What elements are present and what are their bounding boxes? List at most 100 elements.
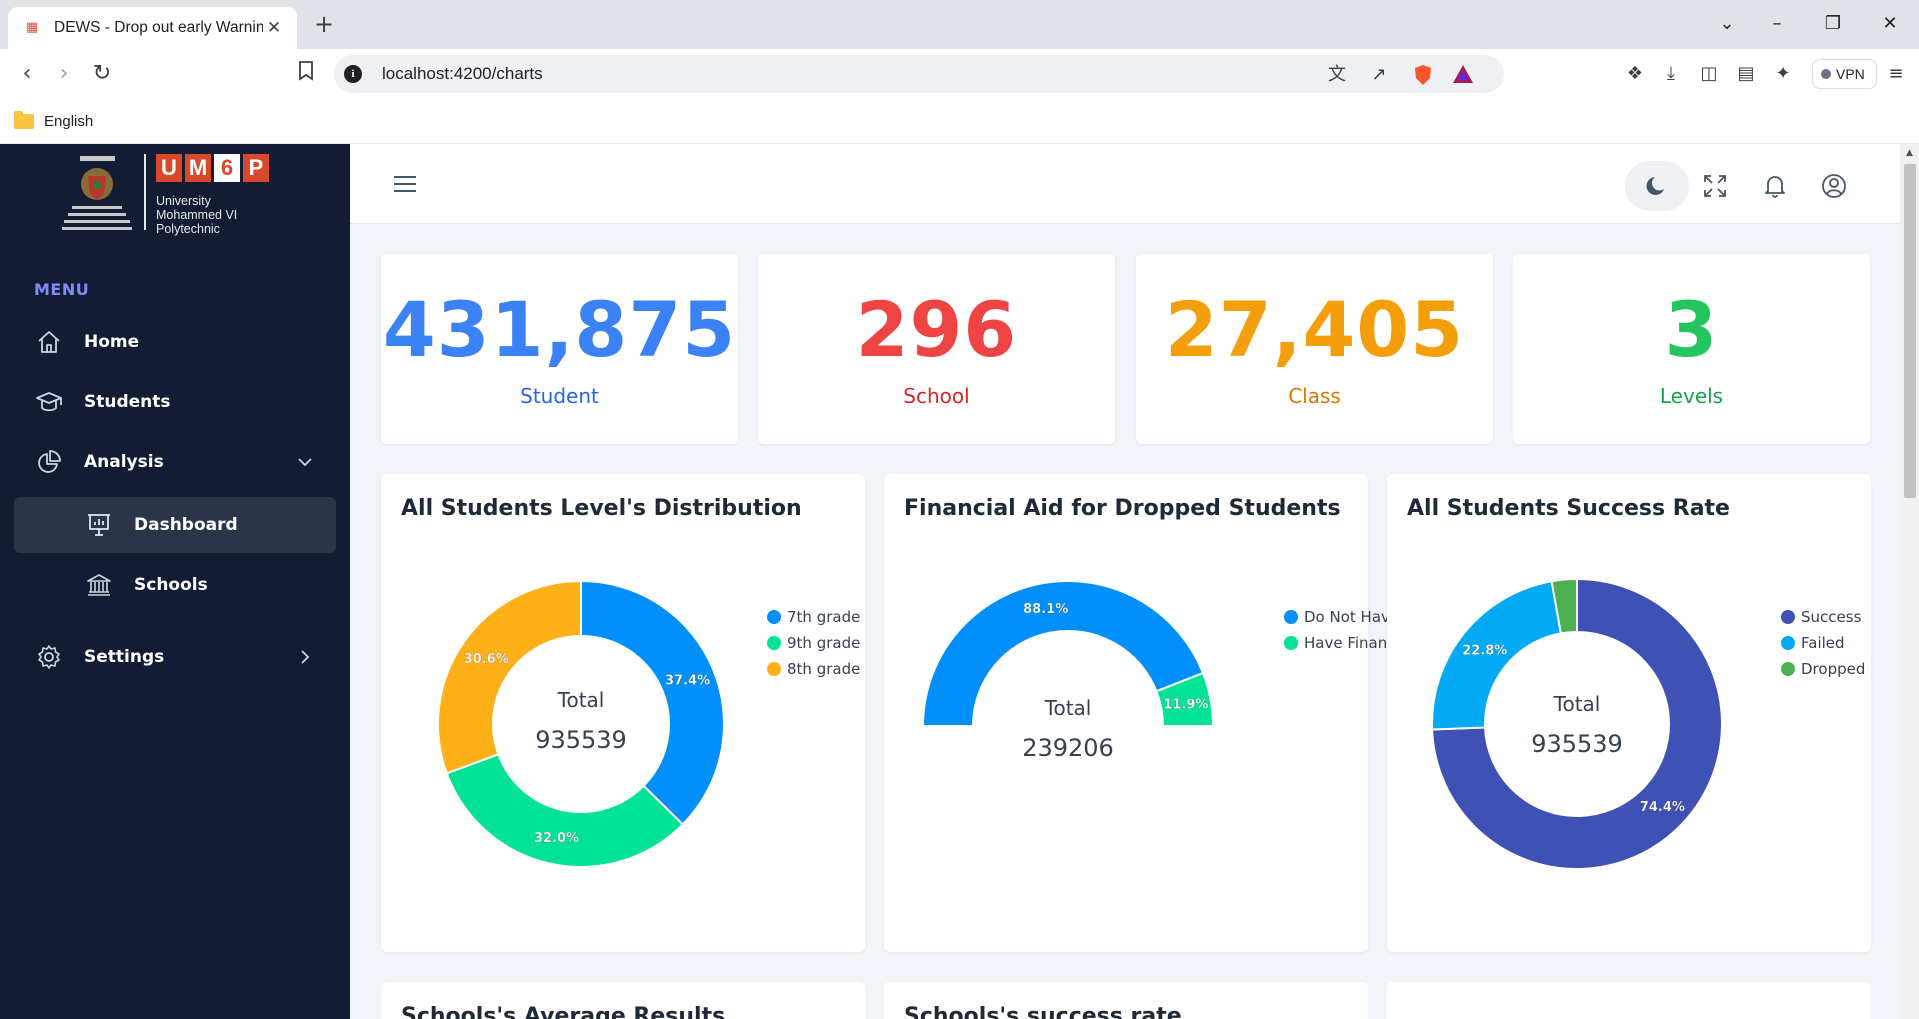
sidebar-item-home[interactable]: Home <box>14 314 336 370</box>
sidebar-item-label: Settings <box>84 647 165 667</box>
chevron-down-icon <box>298 458 312 467</box>
legend-label: 7th grade <box>787 608 861 626</box>
bookmark-folder-english[interactable]: English <box>14 109 93 133</box>
url-text[interactable]: localhost:4200/charts <box>382 55 543 93</box>
dark-mode-toggle[interactable] <box>1625 161 1689 211</box>
vpn-label: VPN <box>1836 66 1865 82</box>
logo-letter: M <box>185 154 211 182</box>
chart-center-title: Total <box>1553 692 1601 716</box>
um6p-logo[interactable]: U M 6 P University Mohammed VI Polytechn… <box>60 152 290 236</box>
forward-icon[interactable]: › <box>51 61 77 87</box>
bookmark-icon[interactable] <box>293 61 319 87</box>
bookmark-folder-label: English <box>44 112 94 130</box>
tab-title: DEWS - Drop out early Warning <box>54 19 263 36</box>
chart-center-value: 935539 <box>1531 730 1623 758</box>
legend-swatch <box>767 636 781 650</box>
legend-swatch <box>1781 610 1795 624</box>
moroccan-crest-icon <box>62 156 132 230</box>
notifications-button[interactable] <box>1743 161 1807 211</box>
user-circle-icon <box>1822 174 1846 198</box>
close-window-icon[interactable]: ✕ <box>1875 12 1905 36</box>
bell-icon <box>1765 176 1785 198</box>
chart-card-levels: All Students Level's Distribution 37.4% 3… <box>381 474 865 952</box>
chart-slice-9th-grade[interactable] <box>445 753 685 868</box>
sidebar-item-analysis[interactable]: Analysis <box>14 434 336 490</box>
brave-shield-icon[interactable] <box>1412 64 1434 86</box>
site-info-icon[interactable]: i <box>344 65 362 83</box>
chart-title: All Students Success Rate <box>1407 496 1730 521</box>
stat-label: Levels <box>1659 384 1724 408</box>
chart-data-label: 32.0% <box>534 831 579 846</box>
sidebar-item-settings[interactable]: Settings <box>14 629 336 685</box>
legend-swatch <box>1284 610 1298 624</box>
restore-icon[interactable]: ❐ <box>1818 12 1848 36</box>
stat-card-students: 431,875 Student <box>381 254 738 444</box>
downloads-icon[interactable]: ⤓ <box>1658 61 1684 87</box>
top-header <box>350 144 1900 224</box>
fullscreen-button[interactable] <box>1683 161 1747 211</box>
tab-close-icon[interactable]: ✕ <box>263 17 285 39</box>
wallet-icon[interactable]: ▤ <box>1733 61 1759 87</box>
chart-center-title: Total <box>557 688 605 712</box>
hamburger-menu-icon[interactable] <box>392 172 418 196</box>
brave-rewards-icon[interactable] <box>1452 64 1474 86</box>
leo-ai-icon[interactable]: ✦ <box>1770 61 1796 87</box>
new-tab-icon[interactable]: + <box>312 12 336 36</box>
university-name: University Mohammed VI Polytechnic <box>156 194 237 236</box>
user-profile-button[interactable] <box>1802 161 1866 211</box>
sidebar-toggle-icon[interactable]: ◫ <box>1696 61 1722 87</box>
sidebar: U M 6 P University Mohammed VI Polytechn… <box>0 144 350 1019</box>
stat-card-schools: 296 School <box>758 254 1115 444</box>
chevron-right-icon <box>301 650 310 664</box>
chart-data-label: 37.4% <box>665 673 710 688</box>
vpn-button[interactable]: VPN <box>1812 59 1877 89</box>
chart-data-label: 88.1% <box>1023 602 1068 617</box>
legend-label: Failed <box>1801 634 1845 652</box>
menu-icon[interactable]: ≡ <box>1883 61 1909 87</box>
stat-label: Class <box>1288 384 1341 408</box>
chart-card-average-results: Schools's Average Results <box>381 982 865 1019</box>
stat-value: 431,875 <box>382 285 737 374</box>
legend-swatch <box>1781 636 1795 650</box>
legend-swatch <box>767 610 781 624</box>
page-scrollbar-thumb[interactable] <box>1904 164 1916 498</box>
chart-title: All Students Level's Distribution <box>401 496 802 521</box>
address-bar[interactable]: i localhost:4200/charts 文 ↗ <box>334 55 1504 93</box>
folder-icon <box>14 110 34 129</box>
graduation-cap-icon <box>34 387 64 417</box>
extensions-icon[interactable]: ❖ <box>1622 61 1648 87</box>
share-icon[interactable]: ↗ <box>1368 64 1390 86</box>
chart-title: Schools's Average Results <box>401 1004 726 1019</box>
chart-card-financial-aid: Financial Aid for Dropped Students 88.1%… <box>884 474 1498 952</box>
tab-search-icon[interactable]: ⌄ <box>1712 12 1742 36</box>
browser-tab[interactable]: ▦ DEWS - Drop out early Warning ✕ <box>8 7 297 49</box>
menu-section-label: MENU <box>34 280 90 299</box>
legend-item[interactable]: Dropped <box>1781 656 1865 682</box>
sidebar-item-students[interactable]: Students <box>14 374 336 430</box>
back-icon[interactable]: ‹ <box>14 61 40 87</box>
fullscreen-icon <box>1704 175 1726 197</box>
legend-item[interactable]: Success <box>1781 604 1865 630</box>
legend-item[interactable]: 9th grade <box>767 630 860 656</box>
stat-value: 296 <box>855 285 1018 374</box>
legend-label: 9th grade <box>787 634 861 652</box>
vpn-status-dot <box>1821 69 1831 79</box>
favicon-icon: ▦ <box>26 20 39 35</box>
legend-item[interactable]: 8th grade <box>767 656 860 682</box>
pie-chart-icon <box>34 447 64 477</box>
chart-data-label: 74.4% <box>1640 800 1685 815</box>
university-line: Polytechnic <box>156 222 220 236</box>
sidebar-item-dashboard[interactable]: Dashboard <box>14 497 336 553</box>
chart-center-value: 239206 <box>1022 734 1114 762</box>
browser-tab-bar: ▦ DEWS - Drop out early Warning ✕ + ⌄ – … <box>0 0 1919 49</box>
legend-item[interactable]: Failed <box>1781 630 1865 656</box>
legend-item[interactable]: 7th grade <box>767 604 860 630</box>
sidebar-item-schools[interactable]: Schools <box>14 557 336 613</box>
moon-icon <box>1646 177 1664 195</box>
minimize-icon[interactable]: – <box>1762 12 1792 36</box>
scroll-up-arrow-icon[interactable]: ▲ <box>1902 146 1917 160</box>
legend-swatch <box>1284 636 1298 650</box>
reload-icon[interactable]: ↻ <box>89 61 115 87</box>
chart-data-label: 22.8% <box>1462 644 1507 659</box>
translate-icon[interactable]: 文 <box>1326 64 1348 86</box>
